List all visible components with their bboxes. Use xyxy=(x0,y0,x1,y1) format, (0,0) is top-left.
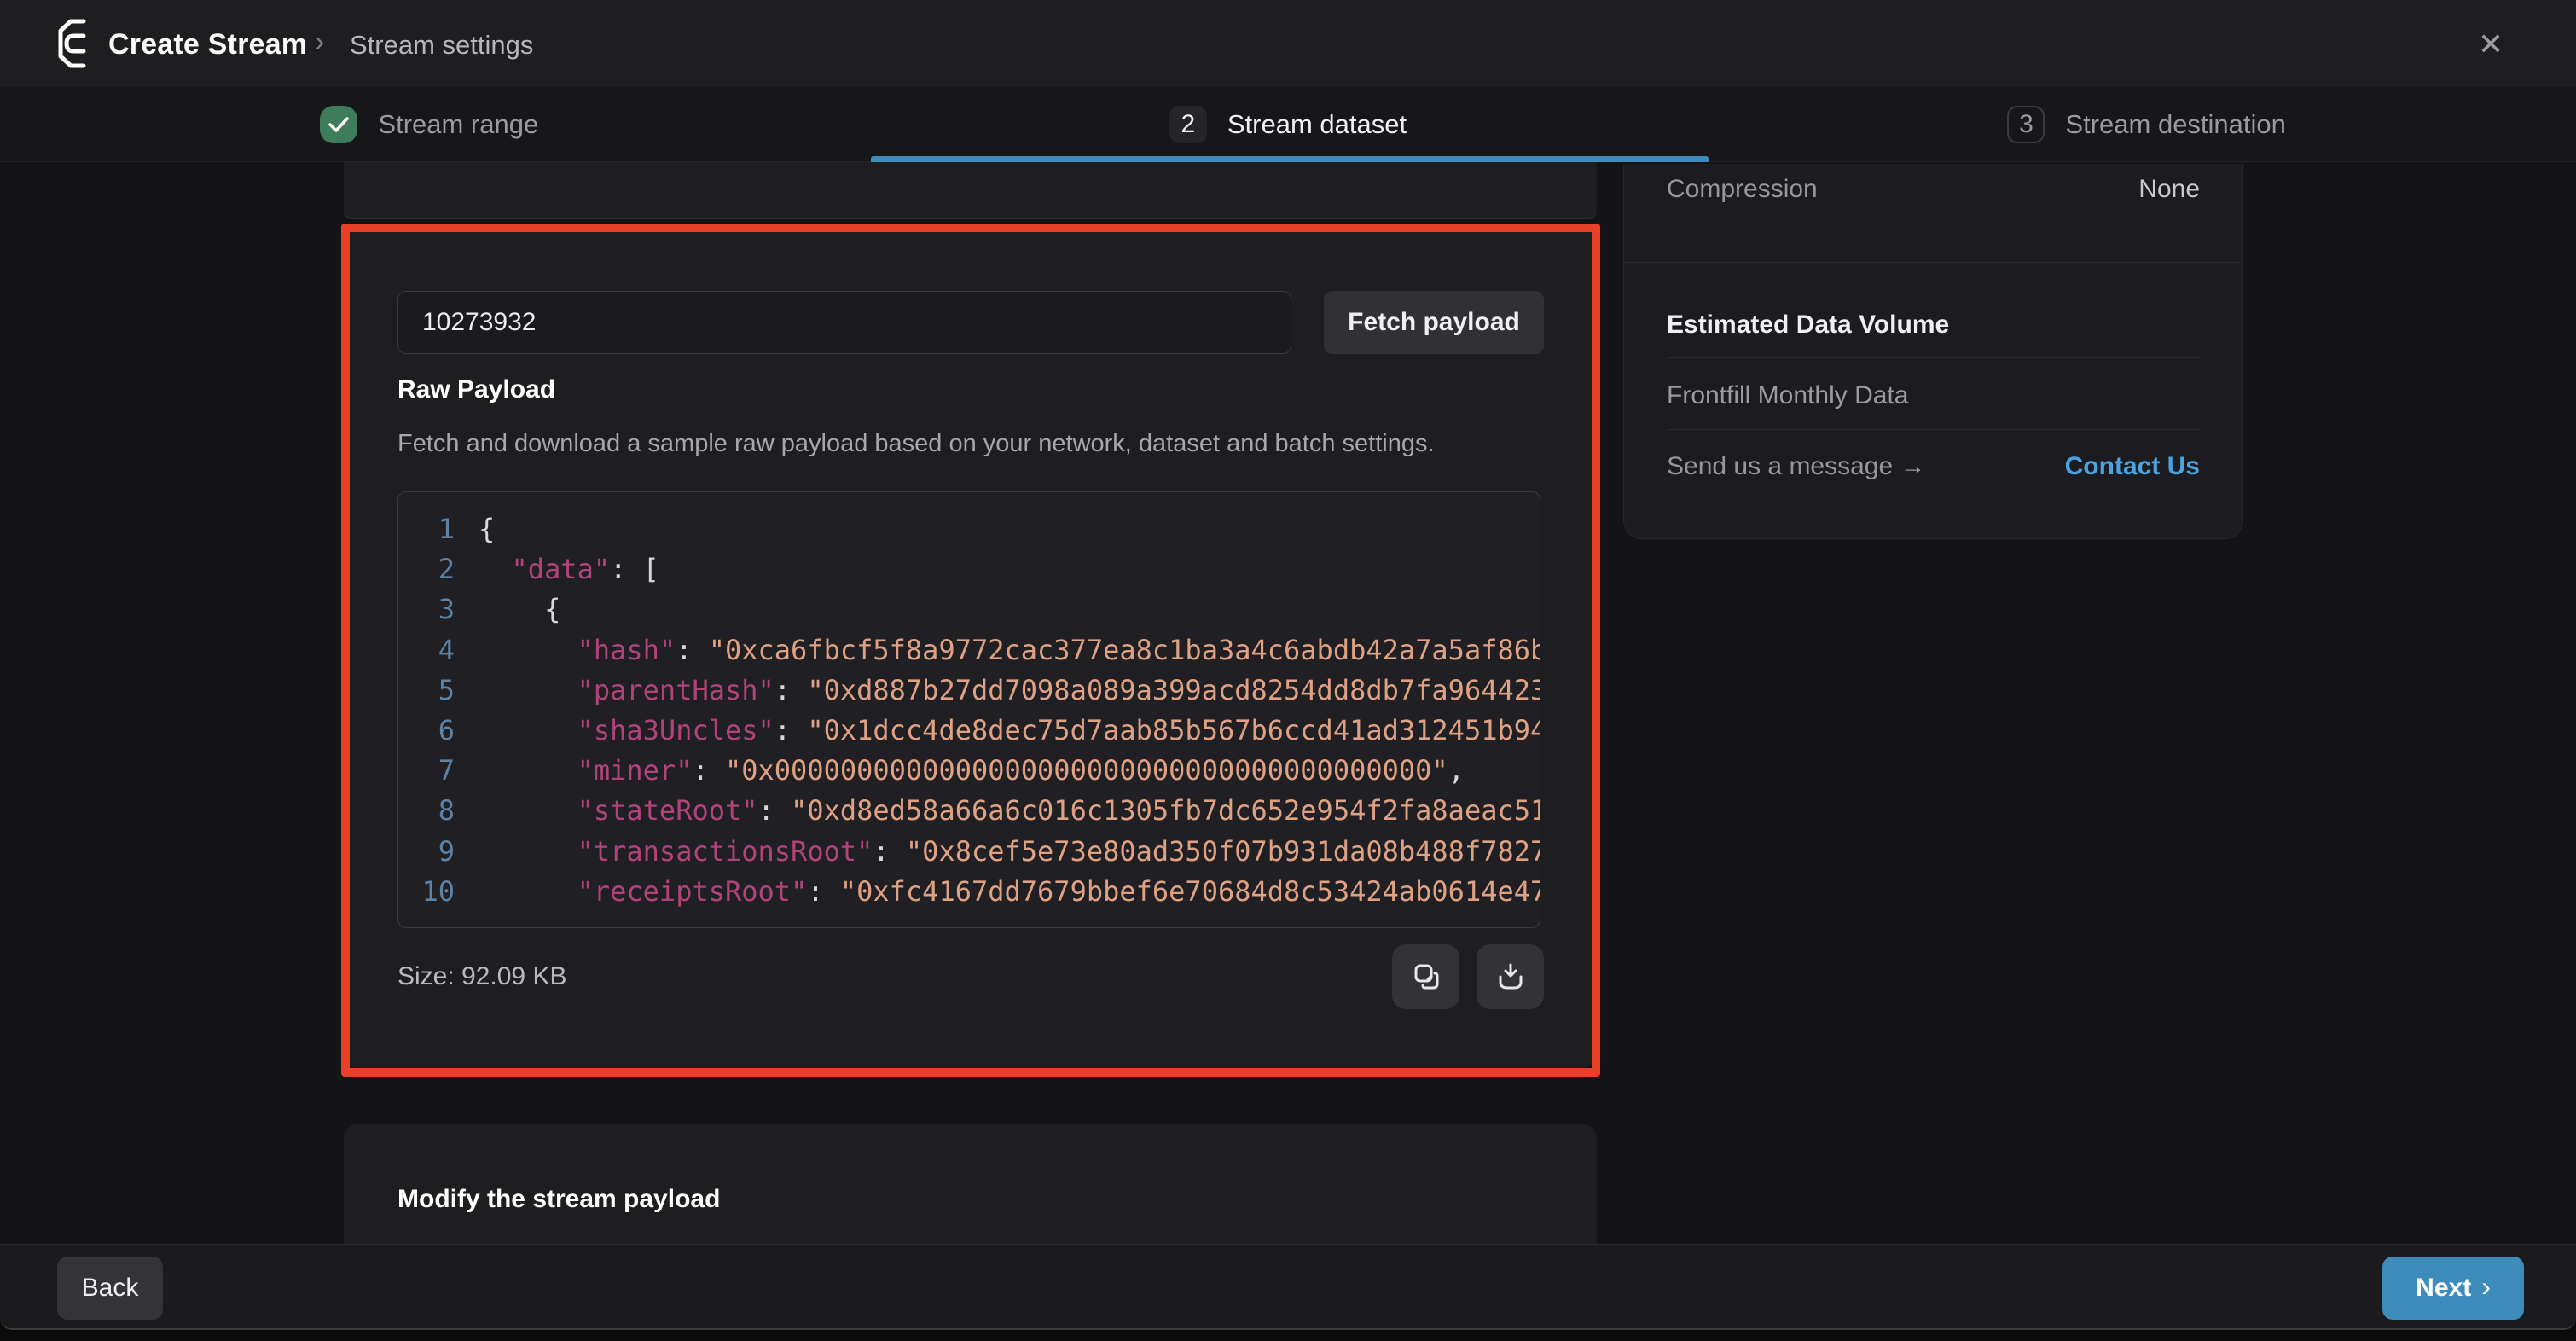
code-line: 1{ xyxy=(414,509,1540,549)
code-lines: 1{2 "data": [3 {4 "hash": "0xca6fbcf5f8a… xyxy=(414,509,1540,912)
code-line: 5 "parentHash": "0xd887b27dd7098a089a399… xyxy=(414,670,1540,711)
quicknode-logo-icon xyxy=(55,18,96,69)
create-stream-window: Create Stream › Stream settings ✕ Stream… xyxy=(0,0,2576,1330)
code-line: 3 { xyxy=(414,589,1540,630)
block-number-input[interactable] xyxy=(397,291,1291,354)
estimated-data-volume-title: Estimated Data Volume xyxy=(1667,311,1949,340)
breadcrumb-chevron-icon: › xyxy=(315,26,324,59)
next-button[interactable]: Next › xyxy=(2382,1257,2524,1320)
copy-icon xyxy=(1411,961,1442,992)
fetch-payload-button[interactable]: Fetch payload xyxy=(1324,291,1544,354)
compression-row: Compression None xyxy=(1667,175,2200,204)
tab-stream-range[interactable]: Stream range xyxy=(0,87,859,161)
contact-us-link[interactable]: Contact Us xyxy=(2065,452,2200,481)
top-bar: Create Stream › Stream settings ✕ xyxy=(0,0,2576,87)
code-line: 8 "stateRoot": "0xd8ed58a66a6c016c1305fb… xyxy=(414,791,1540,831)
step-label: Stream dataset xyxy=(1227,109,1407,140)
code-line: 9 "transactionsRoot": "0x8cef5e73e80ad35… xyxy=(414,832,1540,872)
code-line: 6 "sha3Uncles": "0x1dcc4de8dec75d7aab85b… xyxy=(414,711,1540,751)
raw-payload-description: Fetch and download a sample raw payload … xyxy=(397,430,1435,458)
step-label: Stream range xyxy=(378,109,538,140)
payload-size-label: Size: 92.09 KB xyxy=(397,962,566,991)
code-line: 4 "hash": "0xca6fbcf5f8a9772cac377ea8c1b… xyxy=(414,630,1540,670)
panel-divider xyxy=(1667,357,2200,358)
steps-bar: Stream range 2 Stream dataset 3 Stream d… xyxy=(0,87,2576,162)
main-content: Fetch payload Raw Payload Fetch and down… xyxy=(0,162,2576,1244)
code-line: 7 "miner": "0x00000000000000000000000000… xyxy=(414,751,1540,791)
compression-value: None xyxy=(2138,175,2200,204)
code-line: 2 "data": [ xyxy=(414,549,1540,589)
step-number-badge: 2 xyxy=(1169,106,1207,143)
payload-code-viewer[interactable]: 1{2 "data": [3 {4 "hash": "0xca6fbcf5f8a… xyxy=(397,491,1540,928)
send-message-label: Send us a message → xyxy=(1667,452,1926,481)
code-line: 10 "receiptsRoot": "0xfc4167dd7679bbef6e… xyxy=(414,872,1540,912)
step-label: Stream destination xyxy=(2065,109,2285,140)
tab-stream-dataset[interactable]: 2 Stream dataset xyxy=(859,87,1718,161)
stream-summary-panel: Compression None Estimated Data Volume F… xyxy=(1623,164,2243,539)
step-complete-check-icon xyxy=(320,106,357,143)
close-icon[interactable]: ✕ xyxy=(2467,20,2515,68)
previous-section-card xyxy=(344,162,1597,219)
download-icon xyxy=(1495,961,1526,992)
tab-stream-destination[interactable]: 3 Stream destination xyxy=(1717,87,2576,161)
modify-payload-title: Modify the stream payload xyxy=(397,1185,720,1214)
frontfill-monthly-data-label: Frontfill Monthly Data xyxy=(1667,381,1908,410)
modify-payload-card: Modify the stream payload xyxy=(344,1124,1597,1244)
step-number-badge: 3 xyxy=(2007,106,2045,143)
back-button[interactable]: Back xyxy=(57,1257,163,1320)
footer-bar: Back Next › xyxy=(0,1244,2576,1330)
download-payload-button[interactable] xyxy=(1477,944,1544,1009)
breadcrumb: Stream settings xyxy=(350,30,533,61)
active-tab-underline xyxy=(871,156,1709,162)
copy-payload-button[interactable] xyxy=(1392,944,1459,1009)
page-title: Create Stream xyxy=(108,28,307,61)
panel-divider xyxy=(1624,262,2242,263)
panel-divider xyxy=(1667,429,2200,430)
contact-row: Send us a message → Contact Us xyxy=(1667,452,2200,481)
raw-payload-card: Fetch payload Raw Payload Fetch and down… xyxy=(344,230,1597,1068)
chevron-right-icon: › xyxy=(2481,1271,2491,1303)
compression-label: Compression xyxy=(1667,175,1818,204)
raw-payload-title: Raw Payload xyxy=(397,375,555,404)
next-button-label: Next xyxy=(2416,1274,2471,1303)
